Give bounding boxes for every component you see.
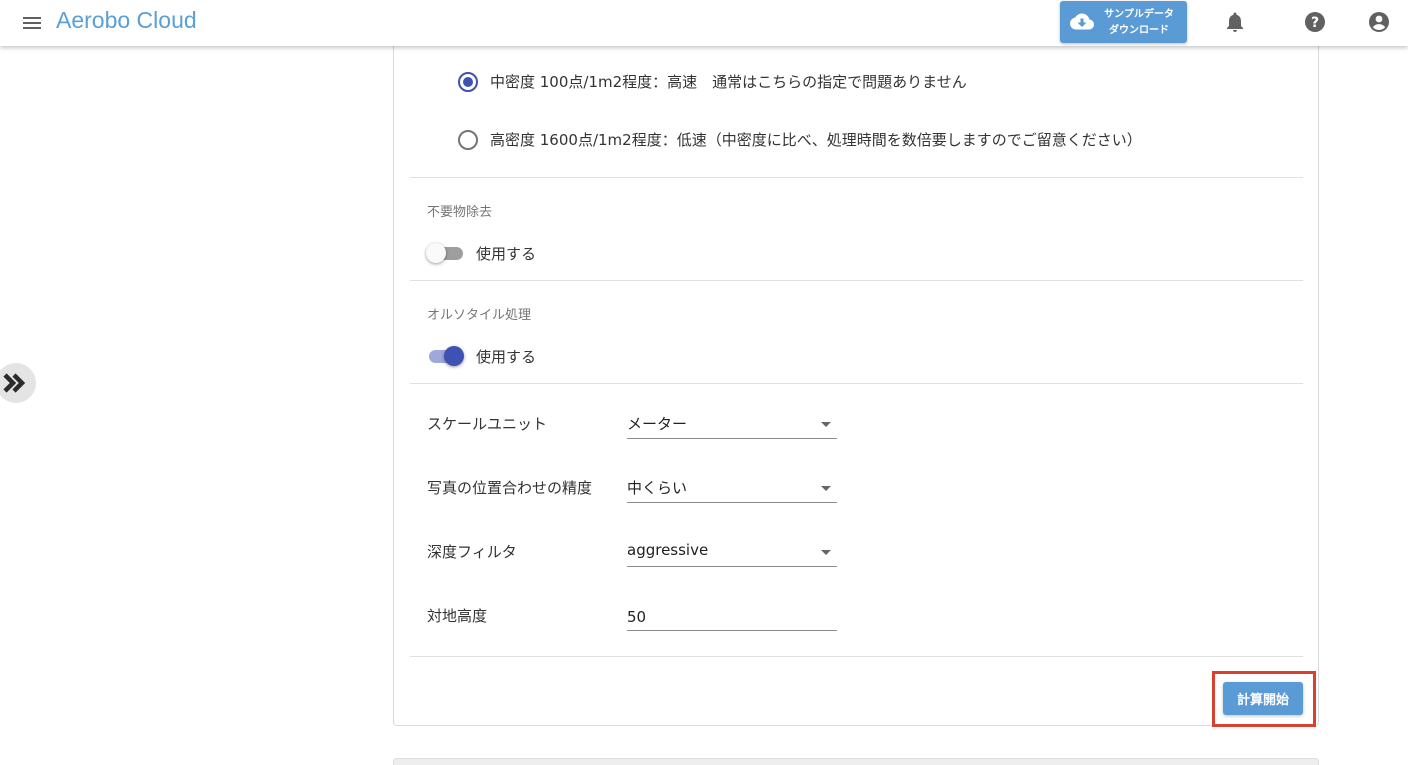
sample-data-download-button[interactable]: サンプルデータ ダウンロード: [1060, 1, 1187, 43]
app-bar: Aerobo Cloud サンプルデータ ダウンロード ?: [0, 0, 1408, 46]
depth-filter-label: 深度フィルタ: [427, 543, 517, 561]
density-option-medium[interactable]: 中密度 100点/1m2程度：高速 通常はこちらの指定で問題ありません: [458, 71, 967, 92]
density-option-medium-label: 中密度 100点/1m2程度：高速 通常はこちらの指定で問題ありません: [490, 73, 967, 91]
photo-alignment-label: 写真の位置合わせの精度: [427, 479, 593, 497]
ortho-tile-title: オルソタイル処理: [427, 308, 532, 323]
noise-removal-switch-row[interactable]: 使用する: [426, 242, 536, 264]
photo-alignment-select[interactable]: 中くらい: [627, 473, 837, 503]
settings-card: 中密度 100点/1m2程度：高速 通常はこちらの指定で問題ありません 高密度 …: [393, 40, 1319, 727]
dropdown-arrow-icon: [821, 550, 831, 555]
svg-text:?: ?: [1311, 15, 1319, 31]
altitude-label: 対地高度: [427, 607, 488, 625]
ortho-tile-switch-row[interactable]: 使用する: [426, 345, 536, 367]
next-panel: [393, 758, 1319, 765]
notification-bell-icon[interactable]: [1223, 10, 1247, 34]
depth-filter-select[interactable]: aggressive: [627, 537, 837, 567]
dropdown-arrow-icon: [821, 486, 831, 491]
sample-data-download-label: サンプルデータ ダウンロード: [1104, 9, 1174, 36]
noise-removal-title: 不要物除去: [427, 205, 493, 220]
double-chevron-right-icon: [2, 371, 28, 399]
scale-unit-value: メーター: [627, 415, 688, 433]
radio-unchecked-icon[interactable]: [458, 129, 478, 150]
app-title[interactable]: Aerobo Cloud: [56, 7, 197, 34]
dropdown-arrow-icon: [821, 422, 831, 427]
depth-filter-value: aggressive: [627, 541, 709, 559]
scale-unit-label: スケールユニット: [427, 415, 548, 433]
calculate-start-button[interactable]: 計算開始: [1223, 682, 1303, 715]
drawer-toggle-button[interactable]: [0, 363, 36, 403]
photo-alignment-value: 中くらい: [627, 479, 688, 497]
ortho-tile-switch[interactable]: [426, 345, 464, 367]
altitude-input[interactable]: [627, 601, 837, 631]
divider: [410, 656, 1303, 657]
noise-removal-switch[interactable]: [426, 242, 464, 264]
density-option-high-label: 高密度 1600点/1m2程度：低速（中密度に比べ、処理時間を数倍要しますのでご…: [490, 131, 1142, 149]
ortho-tile-switch-label: 使用する: [476, 347, 537, 366]
radio-checked-icon[interactable]: [458, 71, 478, 92]
menu-icon[interactable]: [20, 11, 44, 35]
scale-unit-select[interactable]: メーター: [627, 409, 837, 439]
cloud-download-icon: [1070, 11, 1094, 33]
divider: [410, 383, 1303, 384]
help-icon[interactable]: ?: [1303, 10, 1327, 34]
density-option-high[interactable]: 高密度 1600点/1m2程度：低速（中密度に比べ、処理時間を数倍要しますのでご…: [458, 129, 1142, 150]
divider: [410, 177, 1303, 178]
account-icon[interactable]: [1367, 10, 1391, 34]
noise-removal-switch-label: 使用する: [476, 244, 537, 263]
divider: [410, 280, 1303, 281]
